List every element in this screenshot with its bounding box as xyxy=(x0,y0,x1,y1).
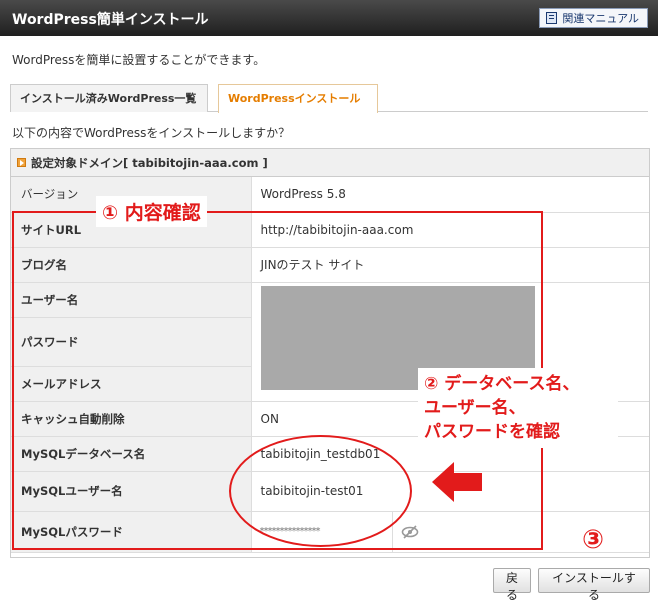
annotation-note-2-line: パスワードを確認 xyxy=(424,422,560,442)
annotation-note-2-line: ユーザー名、 xyxy=(424,398,526,418)
annotation-note-2-line: ② データベース名、 xyxy=(424,374,580,394)
row-value: WordPress 5.8 xyxy=(251,177,649,213)
arrow-right-icon xyxy=(17,158,26,167)
tab-bar: インストール済みWordPress一覧 WordPressインストール xyxy=(10,84,648,113)
annotation-note-1: ① 内容確認 xyxy=(96,196,207,227)
page-title: WordPress簡単インストール xyxy=(12,12,209,28)
panel-heading: 設定対象ドメイン[ tabibitojin-aaa.com ] xyxy=(11,149,649,177)
confirm-text: 以下の内容でWordPressをインストールしますか？ xyxy=(12,126,291,140)
annotation-note-3: ③ xyxy=(582,525,605,555)
intro-text: WordPressを簡単に設置することができます。 xyxy=(12,53,266,67)
book-icon xyxy=(546,12,558,24)
annotation-note-2: ② データベース名、 ユーザー名、 パスワードを確認 xyxy=(418,368,618,448)
manual-button-label: 関連マニュアル xyxy=(562,12,639,25)
annotation-ellipse xyxy=(229,435,412,547)
tab-installed-list[interactable]: インストール済みWordPress一覧 xyxy=(10,84,208,112)
title-bar: WordPress簡単インストール 関連マニュアル xyxy=(0,0,658,36)
manual-button[interactable]: 関連マニュアル xyxy=(539,8,648,28)
tab-wordpress-install[interactable]: WordPressインストール xyxy=(218,84,378,113)
annotation-arrow-icon xyxy=(432,462,482,502)
install-button[interactable]: インストールする xyxy=(538,568,650,602)
back-button[interactable]: 戻る xyxy=(493,568,531,602)
panel-heading-text: 設定対象ドメイン[ tabibitojin-aaa.com ] xyxy=(31,155,268,170)
